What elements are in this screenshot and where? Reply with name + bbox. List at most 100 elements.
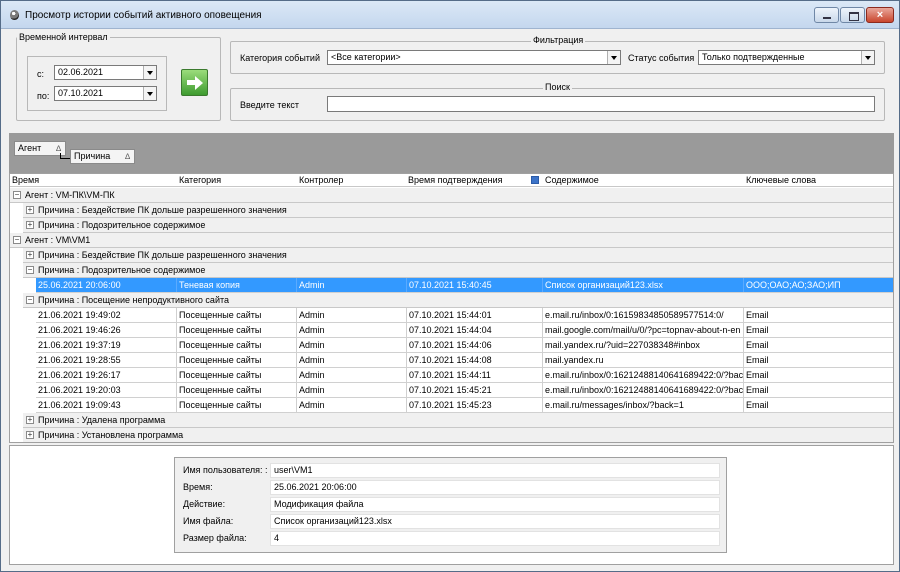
cell-keywords: Email <box>746 325 769 335</box>
table-row[interactable]: 21.06.2021 19:49:02 Посещенные сайты Admin… <box>36 308 893 323</box>
app-icon <box>10 10 19 20</box>
group-connector <box>60 153 70 159</box>
detail-value: Список организаций123.xlsx <box>270 514 720 529</box>
group-row-agent[interactable]: − Агент : VM-ПК\VM-ПК <box>10 188 893 203</box>
group-chip-label: Причина <box>74 151 111 161</box>
group-row-reason[interactable]: − Причина : Подозрительное содержимое <box>23 263 893 278</box>
cell-category: Посещенные сайты <box>177 383 297 397</box>
search-input[interactable] <box>327 96 875 112</box>
category-select[interactable]: <Все категории> <box>327 50 621 65</box>
cell-category: Посещенные сайты <box>177 353 297 367</box>
column-header-keywords[interactable]: Ключевые слова <box>746 175 816 185</box>
cell-content: mail.google.com/mail/u/0/?pc=topnav-abou… <box>543 323 744 337</box>
date-from-label: с: <box>37 69 45 79</box>
cell-controller: Admin <box>297 308 407 322</box>
cell-content: e.mail.ru/inbox/0:16159834850589577514:0… <box>543 308 744 322</box>
event-history-window: Просмотр истории событий активного опове… <box>0 0 900 572</box>
column-header-content[interactable]: Содержимое <box>545 175 599 185</box>
cell-content: mail.yandex.ru <box>543 353 744 367</box>
search-label: Введите текст <box>240 100 299 110</box>
expand-icon[interactable]: + <box>26 221 34 229</box>
maximize-button[interactable] <box>840 7 865 23</box>
group-row-reason[interactable]: + Причина : Бездействие ПК дольше разреше… <box>23 248 893 263</box>
cell-time: 21.06.2021 19:26:17 <box>36 368 177 382</box>
status-select[interactable]: Только подтвержденные <box>698 50 875 65</box>
table-row[interactable]: 21.06.2021 19:46:26 Посещенные сайты Admin… <box>36 323 893 338</box>
date-to-picker[interactable]: 07.10.2021 <box>54 86 157 101</box>
cell-content: mail.yandex.ru/?uid=227038348#inbox <box>543 338 744 352</box>
checkbox-icon[interactable] <box>531 176 539 184</box>
reason-group-label: Причина : Бездействие ПК дольше разрешен… <box>38 205 287 215</box>
collapse-icon[interactable]: − <box>26 296 34 304</box>
group-chip-agent[interactable]: Агент ∆ <box>14 141 66 156</box>
cell-category: Посещенные сайты <box>177 338 297 352</box>
reason-group-label: Причина : Посещение непродуктивного сайт… <box>38 295 229 305</box>
cell-confirmed-time: 07.10.2021 15:40:45 <box>407 278 543 292</box>
cell-content: Список организаций123.xlsx <box>543 278 744 292</box>
cell-confirmed-time: 07.10.2021 15:44:11 <box>407 368 543 382</box>
grid-header: Время Категория Контролер Время подтверж… <box>10 174 893 187</box>
status-label: Статус события <box>628 53 695 63</box>
column-header-controller[interactable]: Контролер <box>299 175 343 185</box>
reason-group-label: Причина : Удалена программа <box>38 415 166 425</box>
expand-icon[interactable]: + <box>26 416 34 424</box>
detail-label: Имя пользователя: : <box>183 465 268 475</box>
cell-confirmed-time: 07.10.2021 15:45:21 <box>407 383 543 397</box>
title-bar[interactable]: Просмотр истории событий активного опове… <box>1 1 899 29</box>
chevron-down-icon[interactable] <box>607 51 620 64</box>
cell-controller: Admin <box>297 278 407 292</box>
column-header-category[interactable]: Категория <box>179 175 221 185</box>
cell-time: 21.06.2021 19:49:02 <box>36 308 177 322</box>
reason-group-label: Причина : Установлена программа <box>38 430 184 440</box>
date-to-value: 07.10.2021 <box>58 88 104 98</box>
cell-confirmed-time: 07.10.2021 15:44:04 <box>407 323 543 337</box>
collapse-icon[interactable]: − <box>13 236 21 244</box>
cell-controller: Admin <box>297 368 407 382</box>
reason-group-label: Причина : Бездействие ПК дольше разрешен… <box>38 250 287 260</box>
group-row-reason[interactable]: + Причина : Подозрительное содержимое <box>23 218 893 233</box>
group-row-reason[interactable]: + Причина : Удалена программа <box>23 413 893 428</box>
cell-category: Посещенные сайты <box>177 308 297 322</box>
collapse-icon[interactable]: − <box>26 266 34 274</box>
cell-keywords: Email <box>746 310 769 320</box>
close-button[interactable]: × <box>866 7 894 23</box>
chevron-down-icon[interactable] <box>861 51 874 64</box>
search-legend: Поиск <box>543 82 572 92</box>
table-row[interactable]: 21.06.2021 19:37:19 Посещенные сайты Admin… <box>36 338 893 353</box>
group-chip-reason[interactable]: Причина ∆ <box>70 149 135 164</box>
group-chip-label: Агент <box>18 143 42 153</box>
table-row[interactable]: 21.06.2021 19:20:03 Посещенные сайты Admin… <box>36 383 893 398</box>
expand-icon[interactable]: + <box>26 251 34 259</box>
group-row-reason[interactable]: + Причина : Установлена программа <box>23 428 893 442</box>
detail-label: Время: <box>183 482 213 492</box>
group-row-reason[interactable]: − Причина : Посещение непродуктивного сай… <box>23 293 893 308</box>
table-row[interactable]: 21.06.2021 19:26:17 Посещенные сайты Admin… <box>36 368 893 383</box>
group-row-agent[interactable]: − Агент : VM\VM1 <box>10 233 893 248</box>
table-row[interactable]: 21.06.2021 19:09:43 Посещенные сайты Admin… <box>36 398 893 413</box>
detail-label: Действие: <box>183 499 226 509</box>
chevron-down-icon[interactable] <box>143 87 156 100</box>
chevron-down-icon[interactable] <box>143 66 156 79</box>
cell-time: 25.06.2021 20:06:00 <box>36 278 177 292</box>
cell-controller: Admin <box>297 398 407 412</box>
cell-keywords: Email <box>746 340 769 350</box>
details-box: Имя пользователя: : user\VM1 Время: 25.06.2… <box>174 457 727 553</box>
column-header-confirmed-time[interactable]: Время подтверждения <box>408 175 502 185</box>
cell-controller: Admin <box>297 338 407 352</box>
cell-keywords: Email <box>746 385 769 395</box>
expand-icon[interactable]: + <box>26 206 34 214</box>
date-from-picker[interactable]: 02.06.2021 <box>54 65 157 80</box>
expand-icon[interactable]: + <box>26 431 34 439</box>
apply-interval-button[interactable] <box>181 69 208 96</box>
column-header-time[interactable]: Время <box>12 175 39 185</box>
reason-group-label: Причина : Подозрительное содержимое <box>38 265 206 275</box>
group-row-reason[interactable]: + Причина : Бездействие ПК дольше разреше… <box>23 203 893 218</box>
minimize-button[interactable] <box>814 7 839 23</box>
table-row[interactable]: 21.06.2021 19:28:55 Посещенные сайты Admin… <box>36 353 893 368</box>
table-row[interactable]: 25.06.2021 20:06:00 Теневая копия Admin 07.… <box>36 278 893 293</box>
date-to-label: по: <box>37 91 50 101</box>
cell-confirmed-time: 07.10.2021 15:44:08 <box>407 353 543 367</box>
collapse-icon[interactable]: − <box>13 191 21 199</box>
agent-group-label: Агент : VM\VM1 <box>25 235 91 245</box>
cell-controller: Admin <box>297 353 407 367</box>
